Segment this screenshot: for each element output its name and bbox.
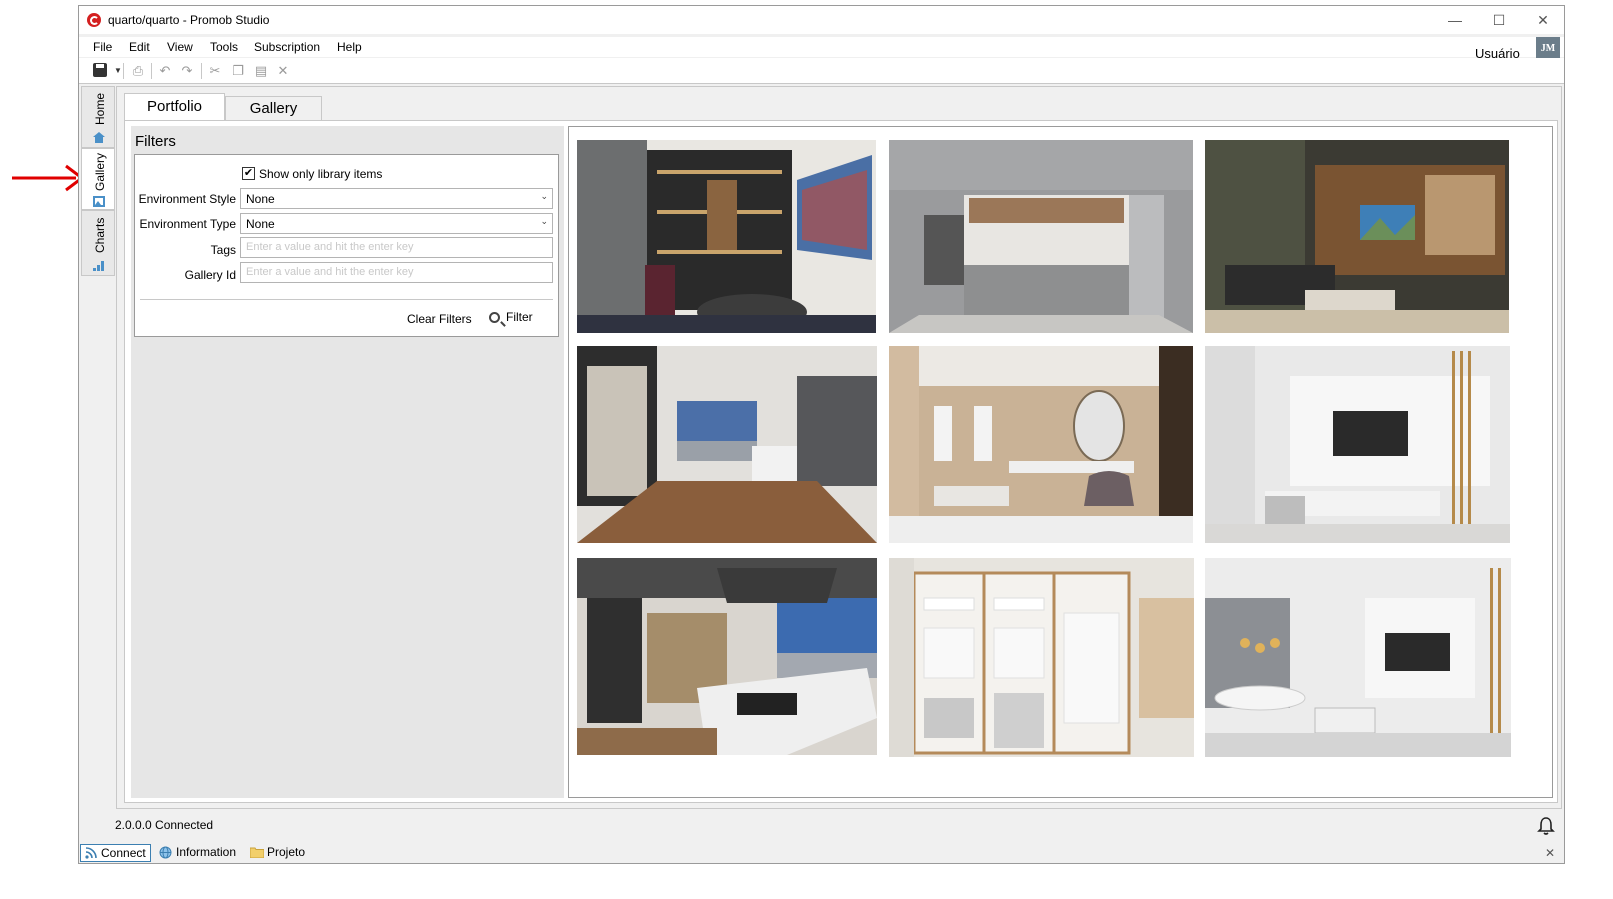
- menu-subscription[interactable]: Subscription: [254, 40, 320, 54]
- paste-icon[interactable]: ▤: [252, 62, 270, 80]
- copy-icon[interactable]: ❐: [229, 62, 247, 80]
- folder-icon: [250, 847, 264, 858]
- tab-gallery[interactable]: Gallery: [225, 96, 322, 121]
- menu-view[interactable]: View: [167, 40, 193, 54]
- thumbnail-shelves-dining[interactable]: [577, 140, 876, 333]
- main-content: Portfolio Gallery Filters ✔ Show only li…: [116, 86, 1562, 809]
- show-library-label[interactable]: Show only library items: [259, 167, 382, 181]
- home-icon: [93, 132, 105, 143]
- cut-icon[interactable]: ✂: [206, 62, 224, 80]
- filter-button-label: Filter: [506, 310, 533, 324]
- thumbnail-dressing-mirror[interactable]: [889, 346, 1193, 543]
- side-tab-charts[interactable]: Charts: [81, 210, 115, 276]
- environment-type-value: None: [246, 217, 275, 231]
- thumbnail-white-tv-wall[interactable]: [1205, 346, 1510, 543]
- undo-icon[interactable]: ↶: [156, 62, 174, 80]
- close-button[interactable]: ✕: [1526, 10, 1560, 30]
- delete-icon[interactable]: ✕: [274, 62, 292, 80]
- globe-icon: [159, 846, 172, 859]
- side-tab-label: Gallery: [93, 152, 107, 191]
- charts-icon: [93, 261, 104, 271]
- chevron-down-icon: ⌄: [540, 191, 548, 201]
- menu-file[interactable]: File: [93, 40, 112, 54]
- menu-edit[interactable]: Edit: [129, 40, 150, 54]
- environment-style-select[interactable]: None ⌄: [240, 188, 553, 209]
- information-label: Information: [176, 845, 237, 859]
- environment-style-label: Environment Style: [138, 192, 236, 206]
- chevron-down-icon: ⌄: [540, 216, 548, 226]
- portfolio-panel: Filters ✔ Show only library items Enviro…: [124, 120, 1558, 803]
- version-label: 2.0.0.0: [115, 818, 152, 832]
- connection-status: Connected: [155, 818, 214, 832]
- close-panel-icon[interactable]: ✕: [1545, 846, 1555, 860]
- clear-filters-button[interactable]: Clear Filters: [407, 312, 472, 326]
- save-dropdown-icon[interactable]: ▼: [109, 62, 127, 80]
- side-tab-gallery[interactable]: Gallery: [81, 148, 115, 210]
- filter-form: ✔ Show only library items Environment St…: [134, 154, 559, 337]
- environment-type-label: Environment Type: [139, 217, 237, 231]
- bottom-bar: Connect Information Projeto ✕: [79, 841, 1564, 863]
- environment-type-select[interactable]: None ⌄: [240, 213, 553, 234]
- menu-bar: File Edit View Tools Subscription Help: [79, 37, 1564, 57]
- side-tab-label: Charts: [93, 217, 107, 253]
- connect-button[interactable]: Connect: [80, 844, 151, 862]
- promob-logo-icon: [87, 13, 101, 27]
- app-window: quarto/quarto - Promob Studio — ☐ ✕ File…: [78, 5, 1565, 864]
- gallery-id-label: Gallery Id: [184, 268, 236, 282]
- side-navigation: Home Gallery Charts: [81, 86, 117, 278]
- project-label: Projeto: [267, 845, 306, 859]
- project-button[interactable]: Projeto: [249, 844, 305, 862]
- toolbar: ▼ ⎙ ↶ ↷ ✂ ❐ ▤ ✕: [79, 58, 1564, 84]
- menu-tools[interactable]: Tools: [210, 40, 238, 54]
- status-line: 2.0.0.0 Connected: [115, 818, 213, 832]
- information-button[interactable]: Information: [158, 844, 236, 862]
- save-icon[interactable]: [93, 63, 107, 77]
- gallery-id-input[interactable]: Enter a value and hit the enter key: [240, 262, 553, 283]
- divider: [140, 299, 553, 300]
- side-tab-label: Home: [93, 92, 107, 125]
- thumbnail-dining-living[interactable]: [1205, 558, 1511, 757]
- gallery-grid: [568, 126, 1553, 798]
- filters-title: Filters: [135, 133, 176, 150]
- thumbnail-kitchen-island[interactable]: [577, 558, 877, 755]
- maximize-button[interactable]: ☐: [1482, 10, 1516, 30]
- redo-icon[interactable]: ↷: [178, 62, 196, 80]
- gallery-icon: [93, 196, 105, 207]
- side-tab-home[interactable]: Home: [81, 86, 115, 148]
- filter-button[interactable]: Filter: [489, 310, 533, 324]
- environment-style-value: None: [246, 192, 275, 206]
- tab-portfolio[interactable]: Portfolio: [124, 93, 225, 122]
- title-bar: quarto/quarto - Promob Studio — ☐ ✕: [79, 6, 1564, 34]
- rss-icon: [85, 847, 97, 859]
- thumbnail-grey-kitchen[interactable]: [889, 140, 1193, 333]
- tags-input[interactable]: Enter a value and hit the enter key: [240, 237, 553, 258]
- bell-icon[interactable]: [1537, 816, 1555, 836]
- show-library-checkbox[interactable]: ✔: [242, 167, 255, 180]
- tags-label: Tags: [210, 243, 236, 257]
- menu-help[interactable]: Help: [337, 40, 362, 54]
- connect-label: Connect: [101, 846, 146, 860]
- filters-panel: Filters ✔ Show only library items Enviro…: [131, 126, 564, 798]
- window-title: quarto/quarto - Promob Studio: [108, 13, 270, 27]
- minimize-button[interactable]: —: [1438, 10, 1472, 30]
- search-icon: [489, 312, 500, 323]
- thumbnail-living-room-tv[interactable]: [1205, 140, 1509, 333]
- thumbnail-white-closet[interactable]: [889, 558, 1194, 757]
- print-icon[interactable]: ⎙: [129, 62, 147, 80]
- thumbnail-open-kitchen-window[interactable]: [577, 346, 877, 543]
